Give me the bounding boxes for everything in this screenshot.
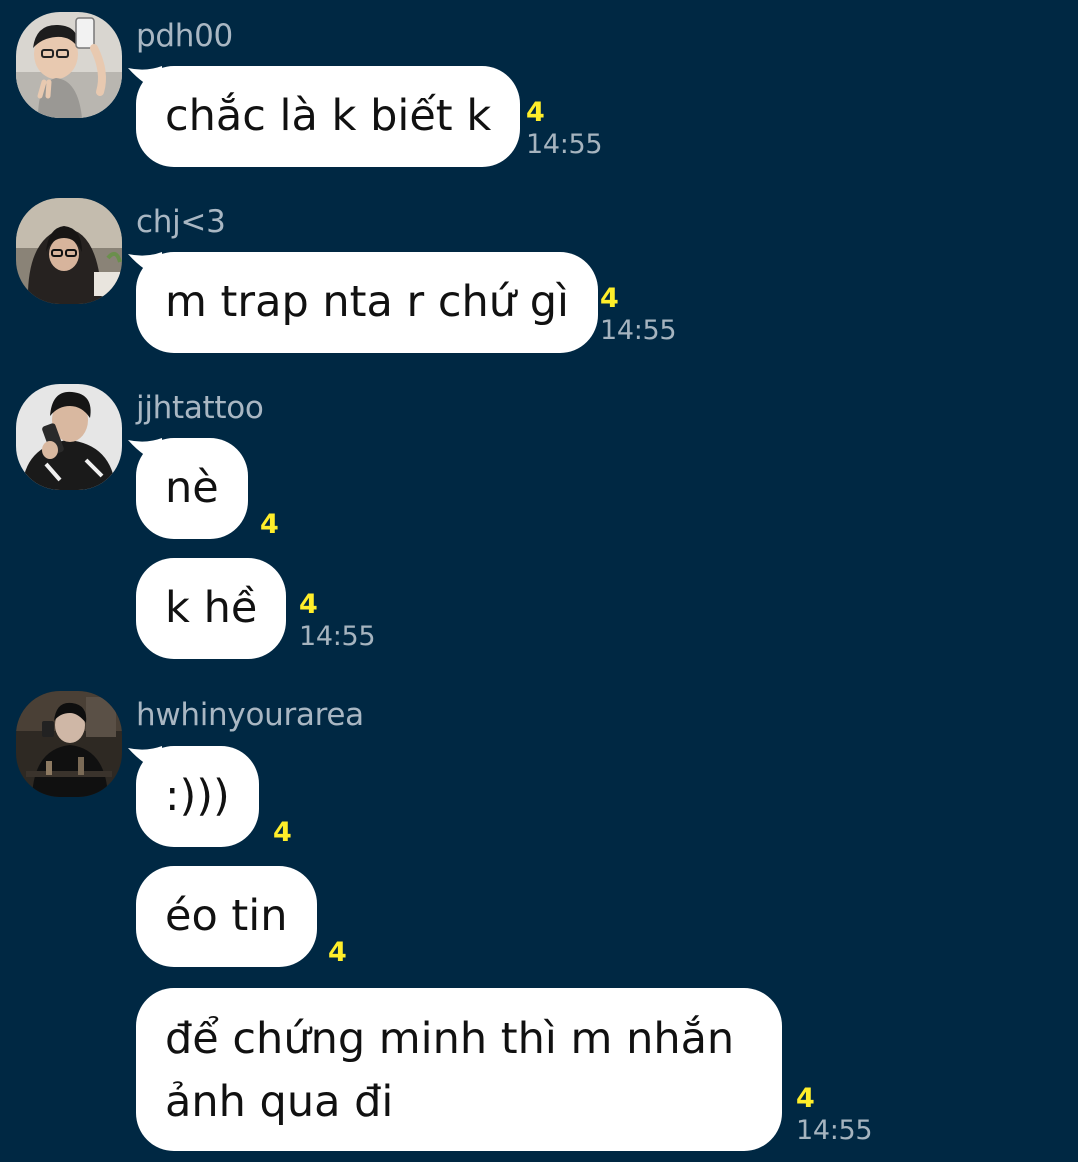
message-meta: 4 14:55 bbox=[600, 283, 677, 348]
avatar-jjhtattoo[interactable] bbox=[16, 384, 122, 490]
avatar-photo-icon bbox=[16, 12, 122, 118]
avatar-photo-icon bbox=[16, 198, 122, 304]
message-bubble[interactable]: nè bbox=[136, 438, 248, 539]
avatar-chj[interactable] bbox=[16, 198, 122, 304]
sender-name: chj<3 bbox=[136, 204, 226, 240]
unread-count: 4 bbox=[299, 589, 318, 620]
sender-name: hwhinyourarea bbox=[136, 697, 364, 733]
sender-name: pdh00 bbox=[136, 18, 233, 54]
avatar-photo-icon bbox=[16, 384, 122, 490]
chat-message-list[interactable]: pdh00 chắc là k biết k 4 14:55 chj<3 m t… bbox=[0, 0, 1078, 1162]
message-bubble[interactable]: :))) bbox=[136, 746, 259, 847]
message-meta: 4 bbox=[328, 938, 347, 968]
message-meta: 4 14:55 bbox=[796, 1083, 873, 1148]
unread-count: 4 bbox=[600, 283, 619, 314]
unread-count: 4 bbox=[526, 97, 545, 128]
message-timestamp: 14:55 bbox=[299, 621, 376, 652]
avatar-photo-icon bbox=[16, 691, 122, 797]
message-timestamp: 14:55 bbox=[600, 315, 677, 346]
sender-name: jjhtattoo bbox=[136, 390, 264, 426]
message-bubble[interactable]: m trap nta r chứ gì bbox=[136, 252, 598, 353]
message-meta: 4 14:55 bbox=[526, 97, 603, 162]
message-bubble[interactable]: chắc là k biết k bbox=[136, 66, 521, 167]
avatar-pdh00[interactable] bbox=[16, 12, 122, 118]
message-bubble[interactable]: éo tin bbox=[136, 866, 317, 967]
unread-count: 4 bbox=[260, 509, 279, 540]
message-meta: 4 bbox=[273, 818, 292, 848]
message-meta: 4 bbox=[260, 510, 279, 540]
message-bubble[interactable]: k hề bbox=[136, 558, 287, 659]
message-timestamp: 14:55 bbox=[796, 1115, 873, 1146]
message-bubble[interactable]: để chứng minh thì m nhắn ảnh qua đi bbox=[136, 988, 782, 1151]
avatar-hwhinyourarea[interactable] bbox=[16, 691, 122, 797]
unread-count: 4 bbox=[273, 817, 292, 848]
unread-count: 4 bbox=[328, 937, 347, 968]
message-meta: 4 14:55 bbox=[299, 589, 376, 654]
unread-count: 4 bbox=[796, 1083, 815, 1114]
message-timestamp: 14:55 bbox=[526, 129, 603, 160]
